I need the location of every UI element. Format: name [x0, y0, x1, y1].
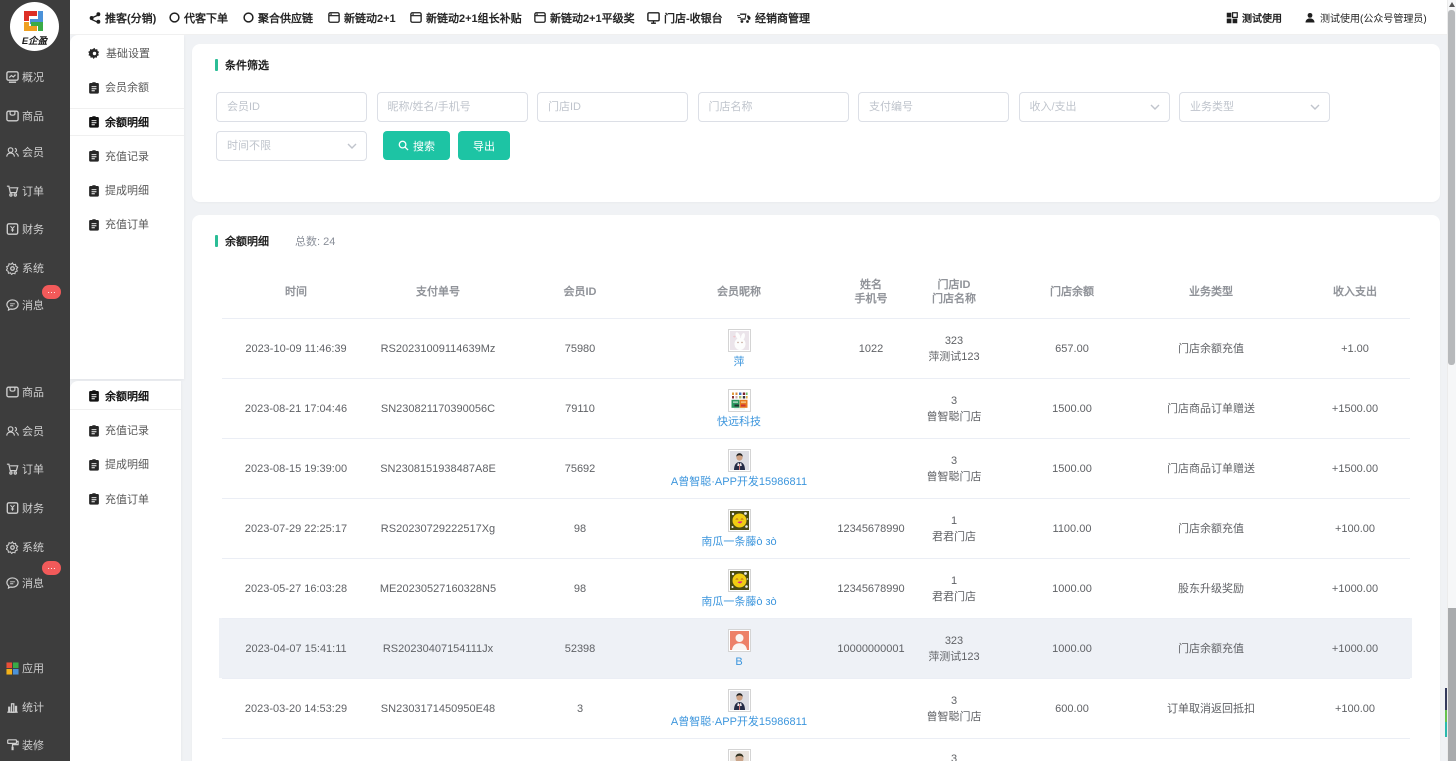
svg-text:E企盈: E企盈 — [22, 35, 49, 47]
